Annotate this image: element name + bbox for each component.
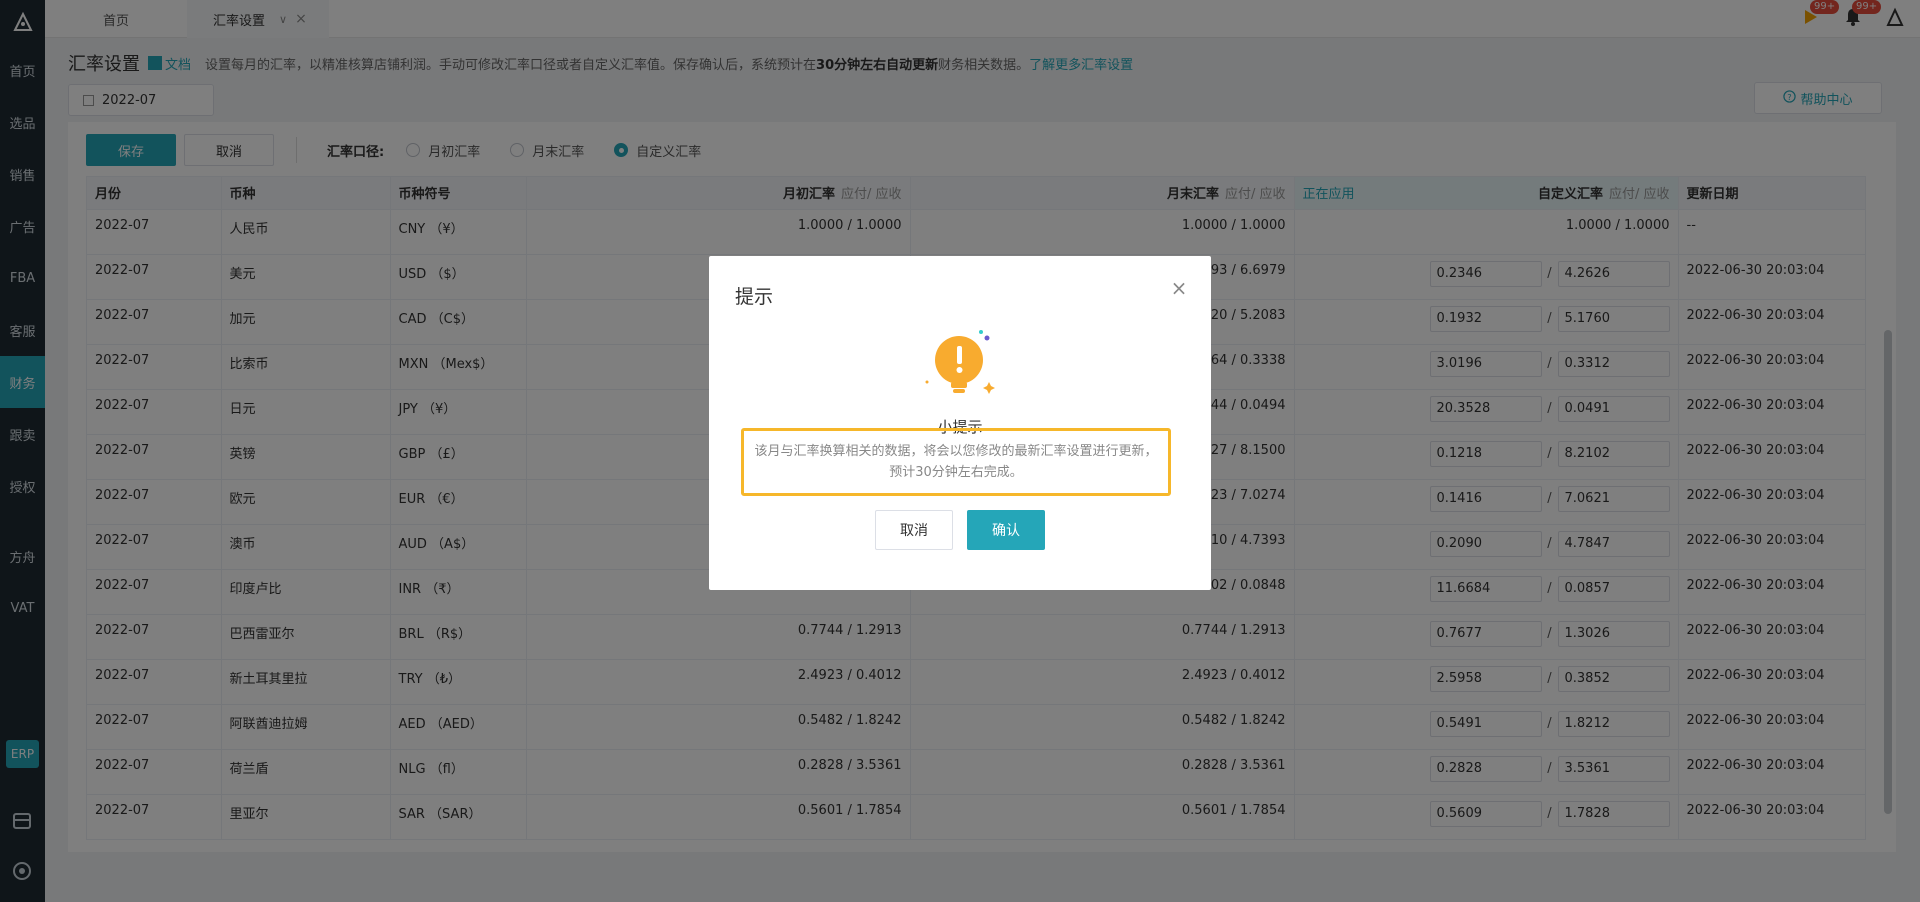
lightbulb-icon (923, 328, 999, 404)
dialog-buttons: 取消 确认 (709, 510, 1211, 550)
confirm-dialog: 提示 × 小提示 该月与汇率换算相关的数据，将会以您修改的最新汇率设置进行更新，… (709, 256, 1211, 590)
dialog-cancel-button[interactable]: 取消 (875, 510, 953, 550)
dialog-confirm-button[interactable]: 确认 (967, 510, 1045, 550)
close-icon[interactable]: × (1169, 276, 1189, 300)
dialog-title: 提示 (735, 286, 774, 308)
modal-overlay[interactable]: 提示 × 小提示 该月与汇率换算相关的数据，将会以您修改的最新汇率设置进行更新，… (0, 0, 1920, 902)
notice-message: 该月与汇率换算相关的数据，将会以您修改的最新汇率设置进行更新，预计30分钟左右完… (741, 428, 1171, 496)
